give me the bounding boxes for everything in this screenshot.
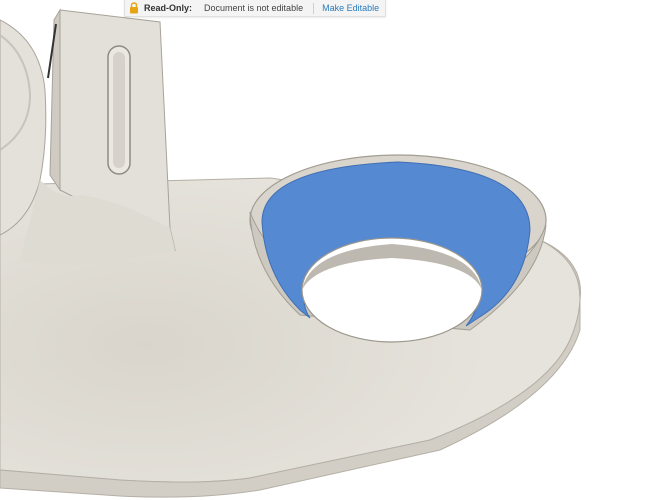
lock-icon <box>129 2 139 14</box>
read-only-banner: Read-Only: Document is not editable Make… <box>124 0 387 17</box>
read-only-message: Document is not editable <box>204 3 304 13</box>
3d-viewport[interactable] <box>0 0 652 500</box>
make-editable-link[interactable]: Make Editable <box>322 3 379 13</box>
read-only-label: Read-Only: <box>144 3 193 13</box>
banner-divider <box>313 2 315 14</box>
